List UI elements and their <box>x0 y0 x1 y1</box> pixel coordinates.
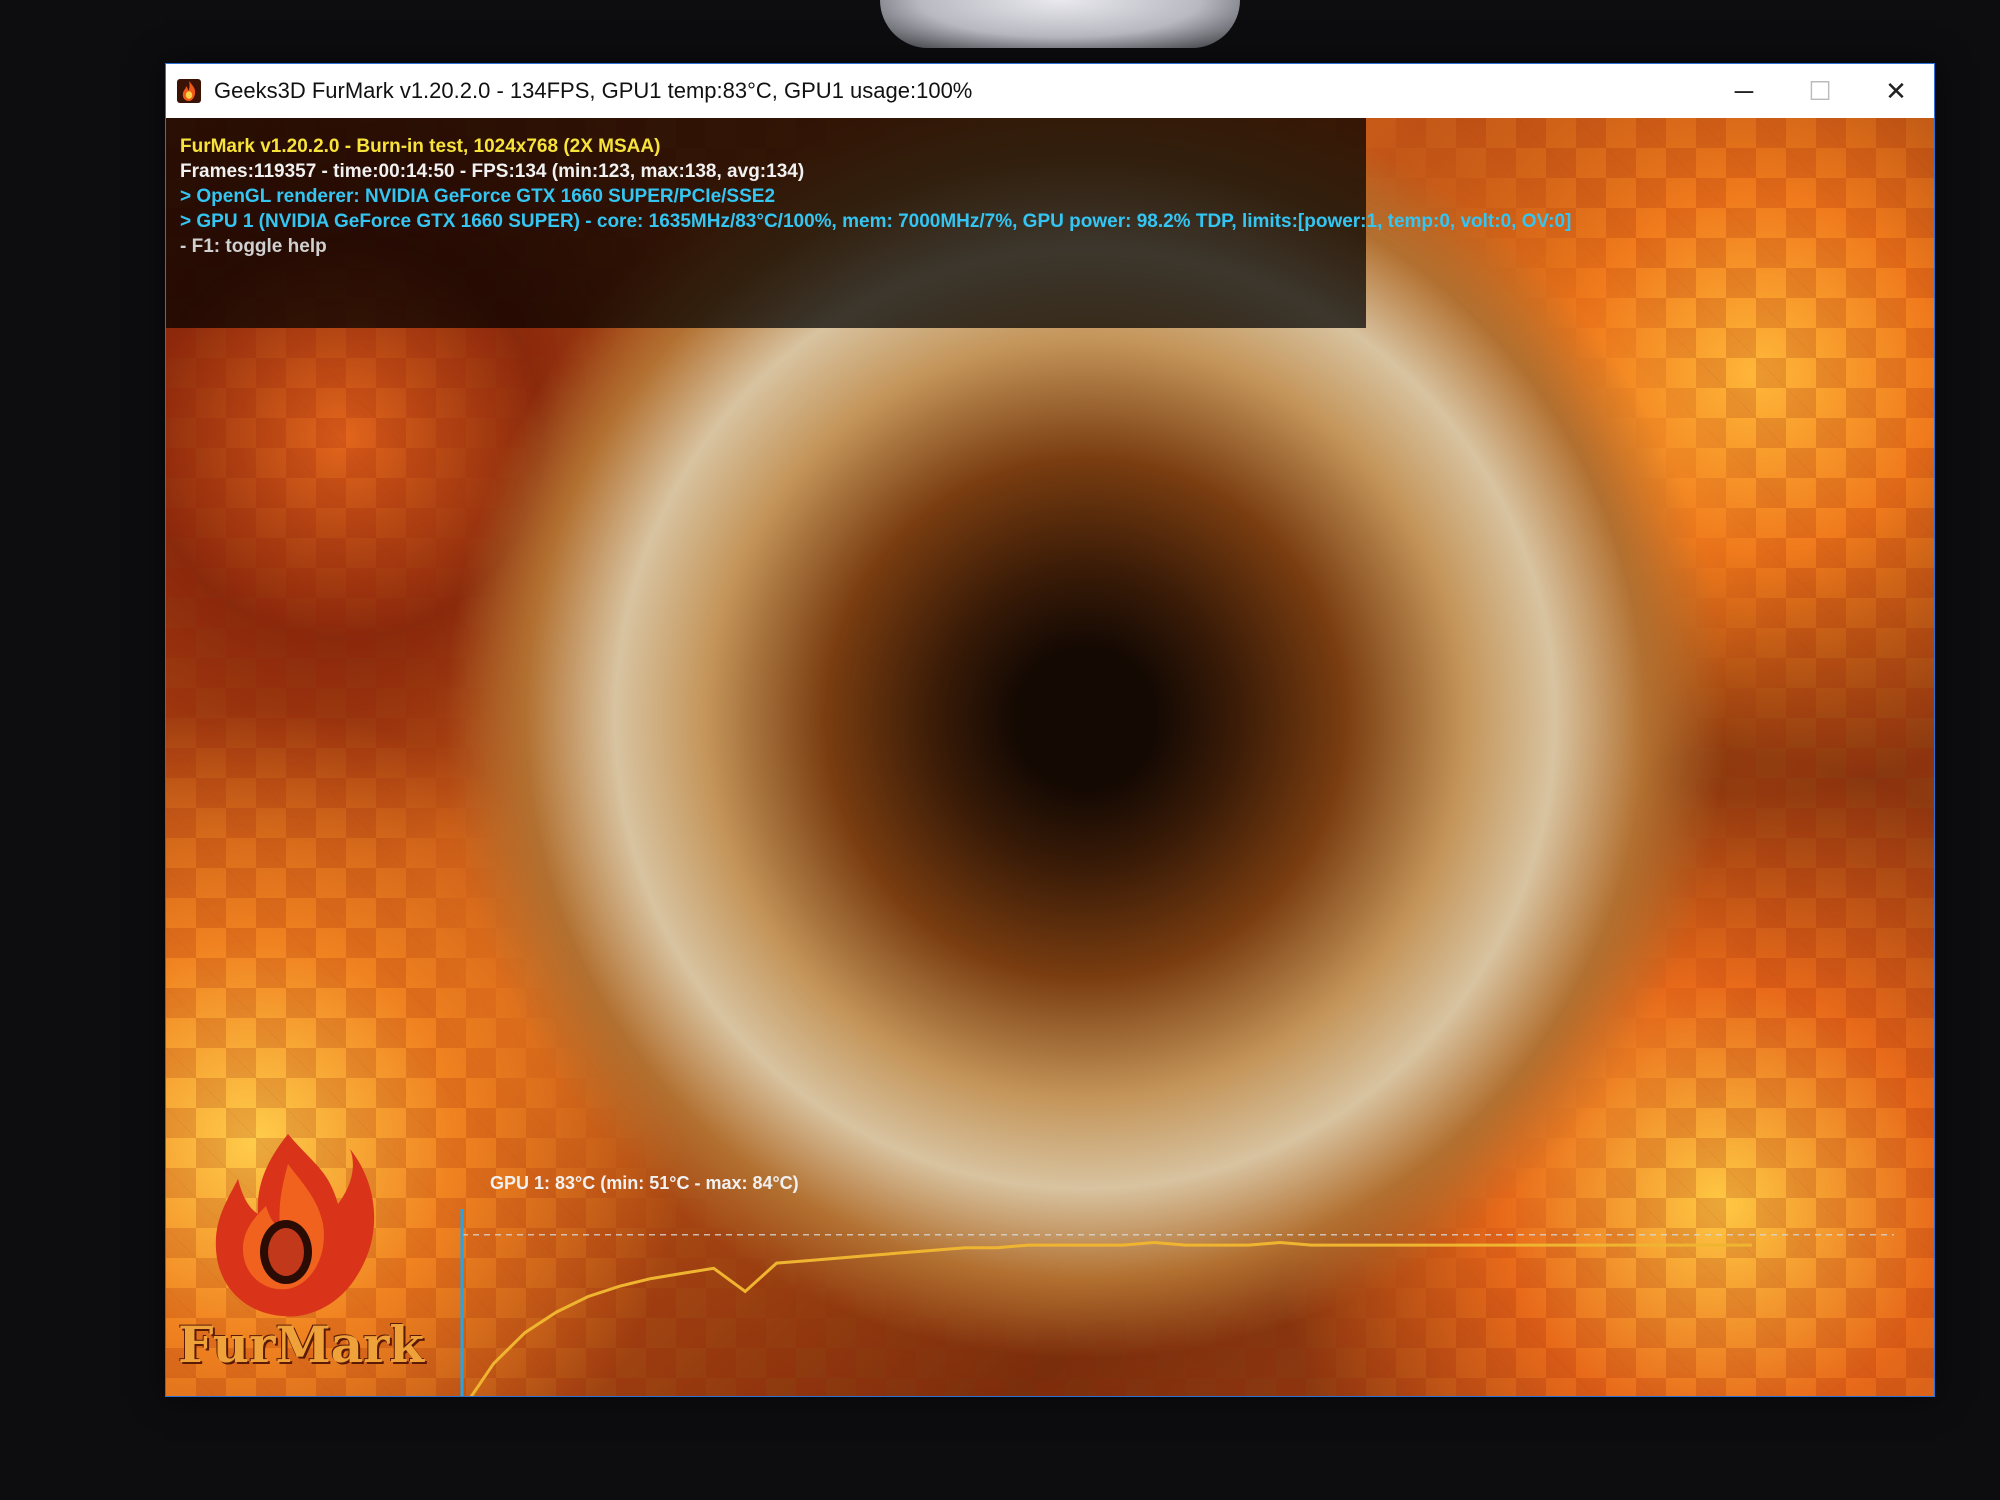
furmark-logo: FurMark <box>178 1124 424 1374</box>
osd-text: FurMark v1.20.2.0 - Burn-in test, 1024x7… <box>180 134 1571 259</box>
maximize-button[interactable]: ☐ <box>1782 64 1858 118</box>
furmark-flame-icon[interactable] <box>176 78 202 104</box>
gpu-temp-graph-title: GPU 1: 83°C (min: 51°C - max: 84°C) <box>490 1173 799 1193</box>
window-title: Geeks3D FurMark v1.20.2.0 - 134FPS, GPU1… <box>214 78 973 103</box>
close-button[interactable]: ✕ <box>1858 64 1934 118</box>
title-bar[interactable]: Geeks3D FurMark v1.20.2.0 - 134FPS, GPU1… <box>166 64 1934 118</box>
gpu-temp-graph <box>458 1201 1898 1396</box>
furmark-window: Geeks3D FurMark v1.20.2.0 - 134FPS, GPU1… <box>165 63 1935 1397</box>
render-viewport: FurMark v1.20.2.0 - Burn-in test, 1024x7… <box>166 118 1934 1396</box>
osd-gpu-line: > GPU 1 (NVIDIA GeForce GTX 1660 SUPER) … <box>180 211 1572 232</box>
gpu-temp-graph-svg <box>460 1209 1894 1396</box>
osd-frames-line: Frames:119357 - time:00:14:50 - FPS:134 … <box>180 161 805 182</box>
gpu-temp-series-line-0 <box>469 1240 1752 1396</box>
osd-version-line: FurMark v1.20.2.0 - Burn-in test, 1024x7… <box>180 136 661 157</box>
osd-renderer-line: > OpenGL renderer: NVIDIA GeForce GTX 16… <box>180 186 776 207</box>
graph-axes <box>460 1209 464 1396</box>
furmark-logo-text: FurMark <box>178 1315 425 1374</box>
furmark-logo-flame-icon <box>215 1134 375 1317</box>
window-controls: ─ ☐ ✕ <box>1706 64 1934 118</box>
monitor-webcam-bezel <box>880 0 1240 48</box>
osd-help-line: - F1: toggle help <box>180 236 327 257</box>
minimize-button[interactable]: ─ <box>1706 64 1782 118</box>
